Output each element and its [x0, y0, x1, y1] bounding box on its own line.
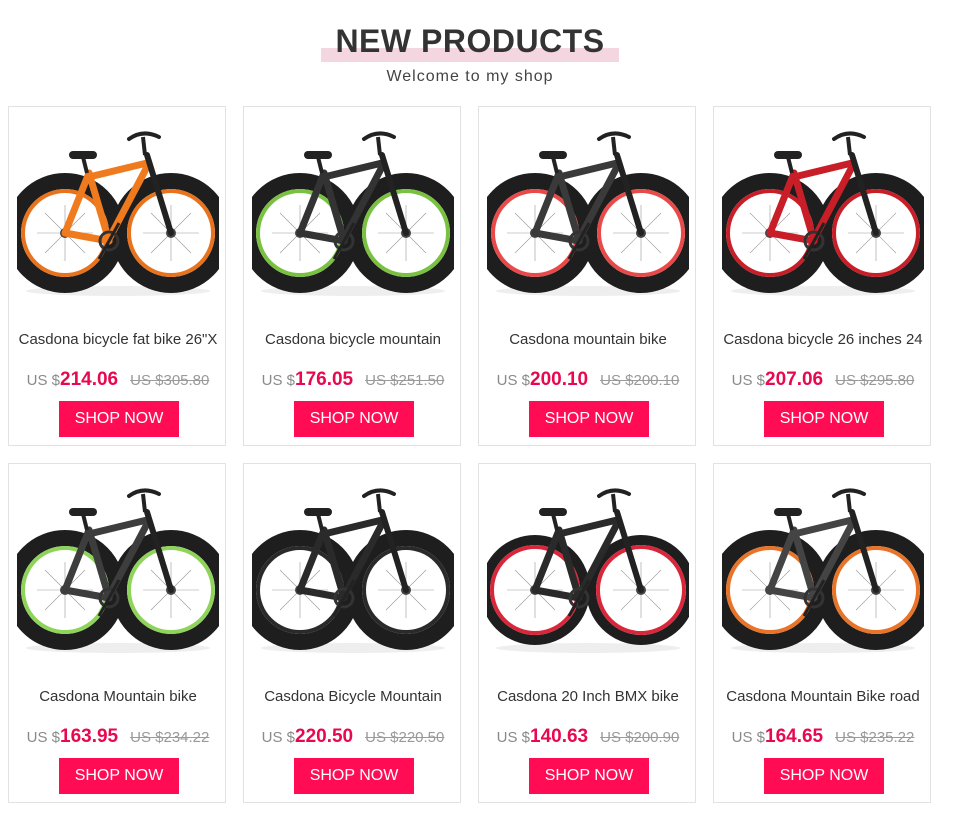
currency-label: US $ — [261, 372, 295, 389]
fat-bike-icon — [240, 115, 466, 310]
shop-now-button[interactable]: SHOP NOW — [764, 401, 884, 437]
product-name[interactable]: Casdona bicycle mountain — [244, 331, 462, 348]
currency-label: US $ — [496, 729, 530, 746]
original-price: US $234.22 — [130, 729, 210, 746]
product-card[interactable]: Casdona mountain bike US $200.10 US $200.… — [475, 106, 701, 446]
original-price: US $235.22 — [835, 729, 915, 746]
product-name[interactable]: Casdona Mountain Bike road — [714, 688, 932, 705]
shop-now-button[interactable]: SHOP NOW — [529, 401, 649, 437]
product-image[interactable] — [5, 472, 231, 667]
shop-now-button[interactable]: SHOP NOW — [59, 758, 179, 794]
fat-bike-icon — [475, 115, 701, 310]
fat-bike-icon — [710, 115, 936, 310]
product-name[interactable]: Casdona Mountain bike — [9, 688, 227, 705]
currency-label: US $ — [261, 729, 295, 746]
bmx-bike-icon — [480, 472, 696, 667]
product-card[interactable]: Casdona bicycle 26 inches 24 US $207.06 U… — [710, 106, 936, 446]
shop-now-button[interactable]: SHOP NOW — [294, 401, 414, 437]
shop-now-button[interactable]: SHOP NOW — [529, 758, 649, 794]
product-image[interactable] — [240, 115, 466, 310]
price-row: US $140.63 US $200.90 — [479, 726, 697, 748]
currency-label: US $ — [26, 372, 60, 389]
shop-now-button[interactable]: SHOP NOW — [294, 758, 414, 794]
sale-price: 200.10 — [530, 369, 589, 390]
product-image[interactable] — [475, 115, 701, 310]
currency-label: US $ — [731, 372, 765, 389]
sale-price: 176.05 — [295, 369, 354, 390]
price-row: US $214.06 US $305.80 — [9, 369, 227, 391]
product-card[interactable]: Casdona Bicycle Mountain US $220.50 US $2… — [240, 463, 466, 803]
shop-now-button[interactable]: SHOP NOW — [764, 758, 884, 794]
currency-label: US $ — [731, 729, 765, 746]
sale-price: 207.06 — [765, 369, 824, 390]
product-name[interactable]: Casdona 20 Inch BMX bike — [479, 688, 697, 705]
price-row: US $163.95 US $234.22 — [9, 726, 227, 748]
currency-label: US $ — [26, 729, 60, 746]
section-title-text: NEW PRODUCTS — [335, 23, 605, 59]
product-image[interactable] — [480, 472, 696, 667]
original-price: US $200.90 — [600, 729, 680, 746]
original-price: US $220.50 — [365, 729, 445, 746]
product-name[interactable]: Casdona Bicycle Mountain — [244, 688, 462, 705]
fat-bike-icon — [5, 115, 231, 310]
product-name[interactable]: Casdona bicycle 26 inches 24 — [714, 331, 932, 348]
fat-bike-icon — [240, 472, 466, 667]
shop-now-button[interactable]: SHOP NOW — [59, 401, 179, 437]
price-row: US $207.06 US $295.80 — [714, 369, 932, 391]
product-image[interactable] — [240, 472, 466, 667]
original-price: US $305.80 — [130, 372, 210, 389]
section-header: NEW PRODUCTS Welcome to my shop — [0, 0, 958, 100]
product-card[interactable]: Casdona 20 Inch BMX bike US $140.63 US $2… — [478, 463, 696, 803]
price-row: US $176.05 US $251.50 — [244, 369, 462, 391]
section-title: NEW PRODUCTS — [321, 22, 619, 62]
product-name[interactable]: Casdona mountain bike — [479, 331, 697, 348]
sale-price: 220.50 — [295, 726, 354, 747]
price-row: US $164.65 US $235.22 — [714, 726, 932, 748]
sale-price: 164.65 — [765, 726, 824, 747]
product-card[interactable]: Casdona Mountain bike US $163.95 US $234.… — [5, 463, 231, 803]
original-price: US $251.50 — [365, 372, 445, 389]
price-row: US $200.10 US $200.10 — [479, 369, 697, 391]
sale-price: 140.63 — [530, 726, 589, 747]
currency-label: US $ — [496, 372, 530, 389]
sale-price: 214.06 — [60, 369, 119, 390]
original-price: US $200.10 — [600, 372, 680, 389]
product-grid: Casdona bicycle fat bike 26"X US $214.06… — [5, 106, 938, 806]
product-card[interactable]: Casdona bicycle fat bike 26"X US $214.06… — [5, 106, 231, 446]
product-image[interactable] — [5, 115, 231, 310]
product-card[interactable]: Casdona Mountain Bike road US $164.65 US … — [710, 463, 936, 803]
sale-price: 163.95 — [60, 726, 119, 747]
product-name[interactable]: Casdona bicycle fat bike 26"X — [9, 331, 227, 348]
fat-bike-icon — [5, 472, 231, 667]
fat-bike-icon — [710, 472, 936, 667]
section-subtitle: Welcome to my shop — [386, 68, 554, 85]
product-image[interactable] — [710, 472, 936, 667]
original-price: US $295.80 — [835, 372, 915, 389]
price-row: US $220.50 US $220.50 — [244, 726, 462, 748]
product-image[interactable] — [710, 115, 936, 310]
product-card[interactable]: Casdona bicycle mountain US $176.05 US $2… — [240, 106, 466, 446]
